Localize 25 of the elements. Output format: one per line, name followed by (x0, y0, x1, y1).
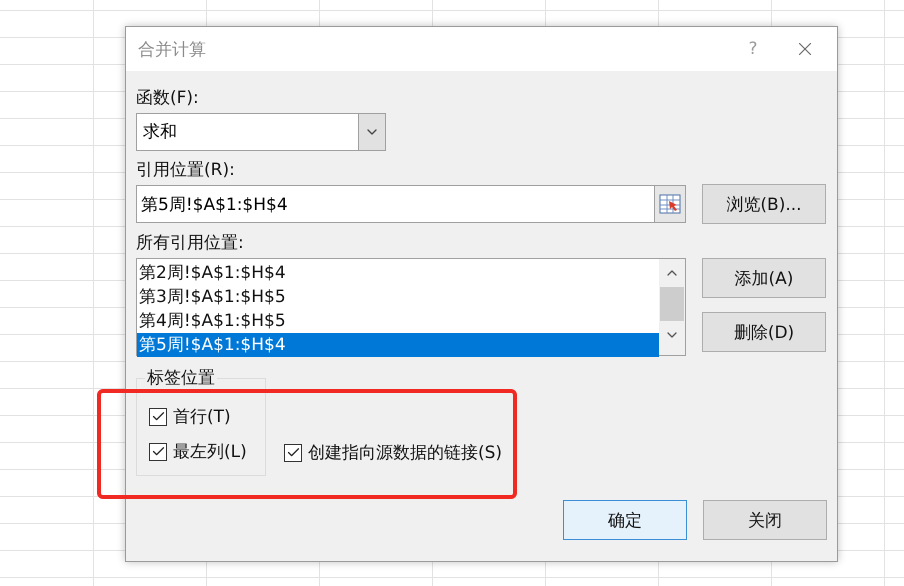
group-title: 标签位置 (145, 368, 217, 388)
checkbox-box[interactable] (149, 408, 167, 426)
checkbox-box[interactable] (149, 442, 167, 460)
reference-label: 引用位置(R): (136, 159, 236, 181)
all-references-label: 所有引用位置: (136, 232, 245, 254)
list-item[interactable]: 第2周!$A$1:$H$4 (137, 261, 659, 285)
list-item[interactable]: 第4周!$A$1:$H$5 (137, 309, 659, 333)
function-label: 函数(F): (136, 87, 200, 109)
browse-button[interactable]: 浏览(B)... (702, 184, 826, 224)
checkbox[interactable]: 创建指向源数据的链接(S) (284, 441, 502, 464)
reference-field[interactable]: 第5周!$A$1:$H$4 (136, 185, 686, 223)
references-list[interactable]: 第2周!$A$1:$H$4 第3周!$A$1:$H$5 第4周!$A$1:$H$5 第5周!$A$1:$H$4 (136, 258, 686, 356)
window-title: 合并计算 (138, 38, 207, 60)
checkbox[interactable]: 最左列(L) (149, 440, 265, 463)
list-action-button[interactable]: 添加(A) (702, 258, 826, 298)
list-item[interactable]: 第3周!$A$1:$H$5 (137, 285, 659, 309)
list-item[interactable]: 第5周!$A$1:$H$4 (137, 333, 659, 357)
checkbox-box[interactable] (284, 444, 302, 462)
dialog-button[interactable]: 关闭 (703, 500, 827, 540)
scrollbar[interactable] (659, 259, 685, 355)
list-action-button[interactable]: 删除(D) (702, 312, 826, 352)
function-dropdown[interactable]: 求和 (136, 113, 386, 151)
checkbox[interactable]: 首行(T) (149, 405, 265, 428)
dialog-button[interactable]: 确定 (563, 500, 687, 540)
range-picker-icon[interactable] (654, 186, 685, 222)
